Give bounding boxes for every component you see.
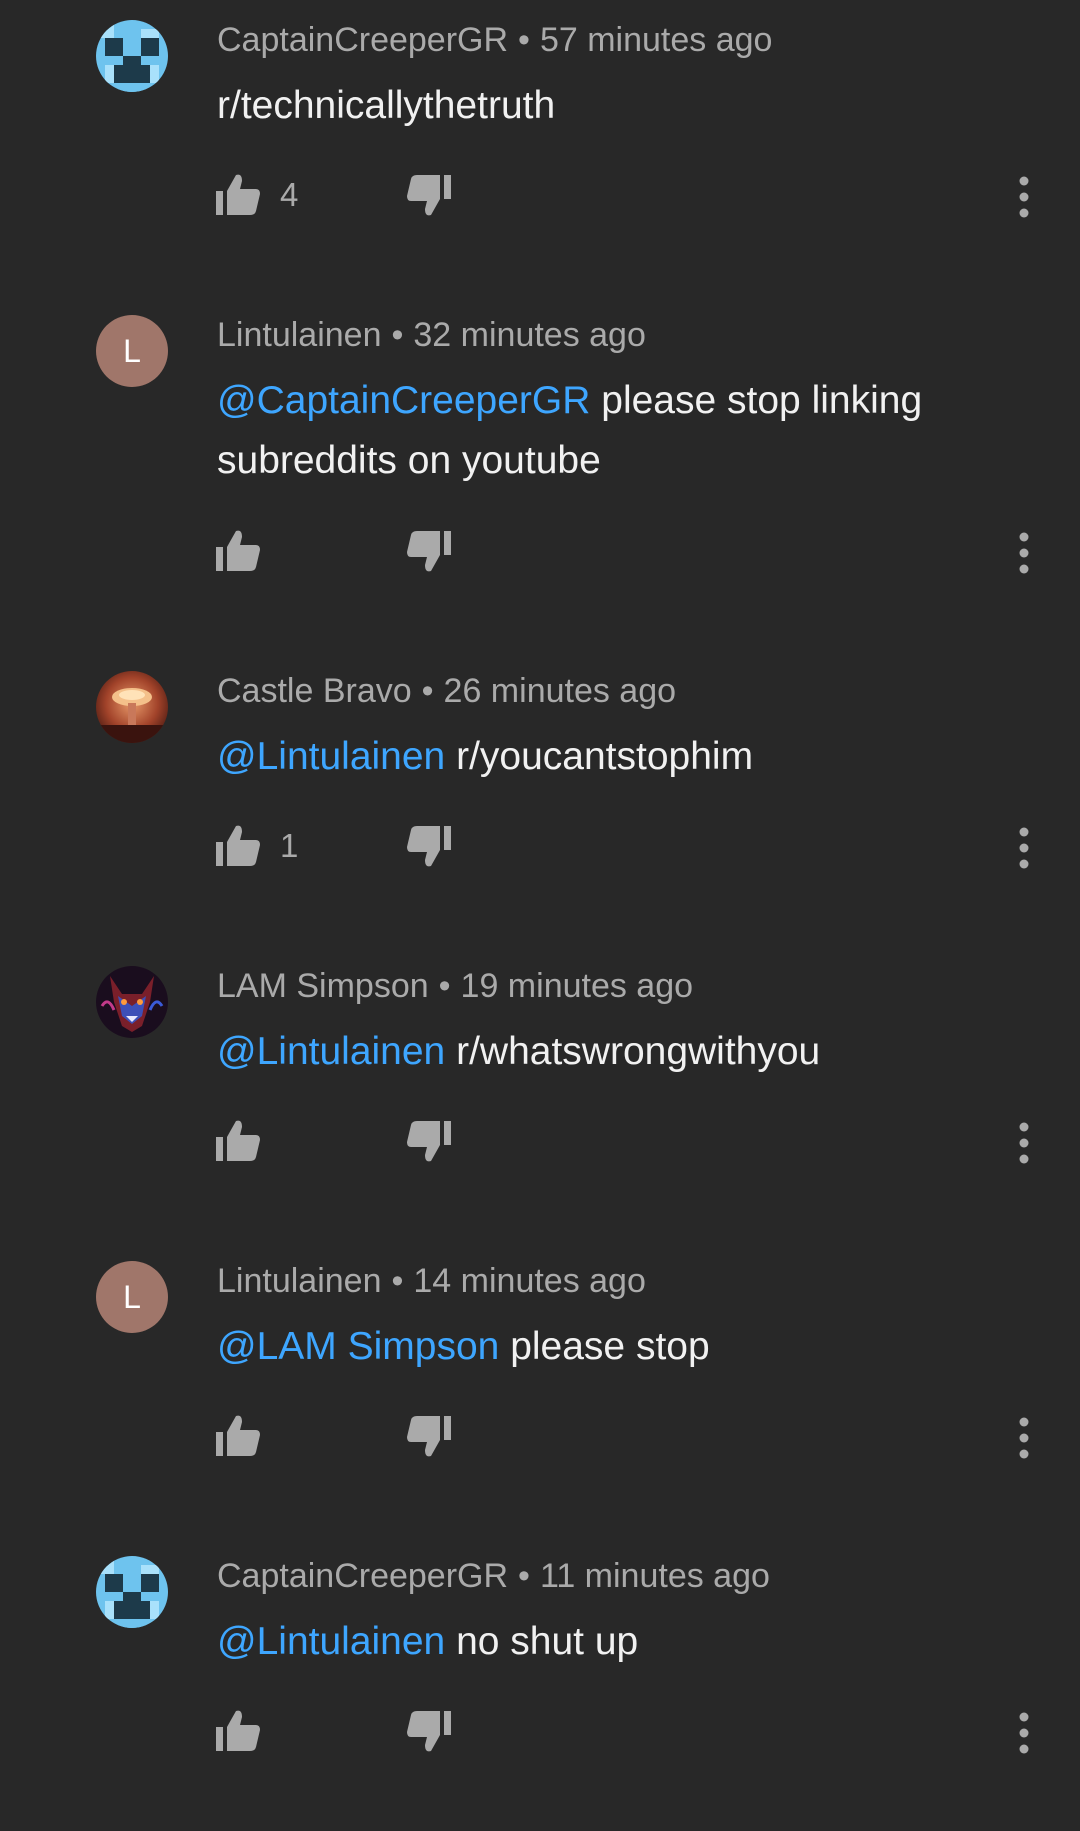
like-button[interactable]: 4 <box>214 165 298 225</box>
comment-text: @LAM Simpson please stop <box>217 1317 1017 1377</box>
comment-author[interactable]: Lintulainen <box>217 1262 381 1300</box>
comment-item: Castle Bravo • 26 minutes ago @Lintulainen… <box>0 651 1080 946</box>
comment-body: please stop <box>499 1325 710 1368</box>
meta-separator: • <box>421 672 434 710</box>
comment-body: r/whatswrongwithyou <box>445 1030 821 1073</box>
comment-time: 11 minutes ago <box>539 1557 770 1595</box>
comment-meta: CaptainCreeperGR • 57 minutes ago <box>217 20 772 60</box>
like-button[interactable] <box>214 1406 280 1466</box>
dislike-button[interactable] <box>405 171 453 224</box>
thumb-down-icon <box>405 1412 453 1460</box>
comment-time: 19 minutes ago <box>460 967 694 1005</box>
comment-body: r/youcantstophim <box>445 735 754 778</box>
meta-separator: • <box>438 967 451 1005</box>
comment-actions <box>0 521 1080 581</box>
comment-time: 57 minutes ago <box>539 21 773 59</box>
meta-separator: • <box>518 1557 530 1595</box>
thumb-down-icon <box>405 171 453 219</box>
thumb-down-icon <box>405 1117 453 1165</box>
comment-author[interactable]: LAM Simpson <box>217 967 429 1005</box>
like-button[interactable] <box>214 1701 280 1761</box>
comment-meta: Lintulainen • 32 minutes ago <box>217 315 646 355</box>
comment-actions: 4 <box>0 165 1080 225</box>
more-options-button[interactable] <box>1012 1119 1036 1172</box>
more-vert-icon <box>1012 1414 1036 1462</box>
comment-author[interactable]: Lintulainen <box>217 316 381 354</box>
comment-mention[interactable]: @Lintulainen <box>217 1030 445 1073</box>
comment-meta: Lintulainen • 14 minutes ago <box>217 1261 646 1301</box>
thumb-down-icon <box>405 1707 453 1755</box>
comment-item: L Lintulainen • 32 minutes ago @CaptainCre… <box>0 295 1080 590</box>
mushroom-cloud-avatar[interactable] <box>96 671 168 743</box>
comment-mention[interactable]: @LAM Simpson <box>217 1325 499 1368</box>
comment-text: @Lintulainen no shut up <box>217 1612 1017 1672</box>
more-vert-icon <box>1012 1119 1036 1167</box>
thumb-up-icon <box>214 527 262 575</box>
wolf-avatar[interactable] <box>96 966 168 1038</box>
thumb-up-icon <box>214 1412 262 1460</box>
thumb-up-icon <box>214 1707 262 1755</box>
more-options-button[interactable] <box>1012 529 1036 582</box>
comment-text: @CaptainCreeperGR please stop linking su… <box>217 371 1017 491</box>
dislike-button[interactable] <box>405 527 453 580</box>
comment-item: CaptainCreeperGR • 11 minutes ago @Lintula… <box>0 1536 1080 1831</box>
more-options-button[interactable] <box>1012 1709 1036 1762</box>
thumb-up-icon <box>214 1117 262 1165</box>
dislike-button[interactable] <box>405 1707 453 1760</box>
comment-time: 14 minutes ago <box>413 1262 646 1300</box>
letter-avatar[interactable]: L <box>96 1261 168 1333</box>
comment-meta: LAM Simpson • 19 minutes ago <box>217 966 693 1006</box>
comment-mention[interactable]: @Lintulainen <box>217 735 445 778</box>
comment-time: 32 minutes ago <box>413 316 646 354</box>
comment-actions <box>0 1701 1080 1761</box>
comment-text: @Lintulainen r/youcantstophim <box>217 727 1017 787</box>
comment-item: LAM Simpson • 19 minutes ago @Lintulainen … <box>0 946 1080 1241</box>
more-options-button[interactable] <box>1012 173 1036 226</box>
comment-actions <box>0 1406 1080 1466</box>
thumb-up-icon <box>214 822 262 870</box>
comment-author[interactable]: Castle Bravo <box>217 672 412 710</box>
comment-time: 26 minutes ago <box>443 672 677 710</box>
thumb-up-icon <box>214 171 262 219</box>
dislike-button[interactable] <box>405 1117 453 1170</box>
like-count: 1 <box>280 827 299 864</box>
meta-separator: • <box>391 1262 404 1300</box>
more-options-button[interactable] <box>1012 1414 1036 1467</box>
comment-author[interactable]: CaptainCreeperGR <box>217 21 508 59</box>
dislike-button[interactable] <box>405 822 453 875</box>
dislike-button[interactable] <box>405 1412 453 1465</box>
comment-text: @Lintulainen r/whatswrongwithyou <box>217 1022 1017 1082</box>
comment-author[interactable]: CaptainCreeperGR <box>217 1557 508 1595</box>
comment-actions <box>0 1111 1080 1171</box>
like-button[interactable] <box>214 1111 280 1171</box>
creeper-avatar[interactable] <box>96 1556 168 1628</box>
comment-body: r/technicallythetruth <box>217 84 556 127</box>
like-button[interactable] <box>214 521 280 581</box>
comment-meta: CaptainCreeperGR • 11 minutes ago <box>217 1556 770 1596</box>
comment-mention[interactable]: @Lintulainen <box>217 1620 445 1663</box>
comment-mention[interactable]: @CaptainCreeperGR <box>217 379 590 422</box>
like-button[interactable]: 1 <box>214 816 298 876</box>
more-vert-icon <box>1012 529 1036 577</box>
comment-item: L Lintulainen • 14 minutes ago @LAM Simpso… <box>0 1241 1080 1536</box>
more-vert-icon <box>1012 1709 1036 1757</box>
comment-text: r/technicallythetruth <box>217 76 1017 136</box>
comment-actions: 1 <box>0 816 1080 876</box>
thumb-down-icon <box>405 822 453 870</box>
comment-meta: Castle Bravo • 26 minutes ago <box>217 671 676 711</box>
like-count: 4 <box>280 176 299 213</box>
letter-avatar[interactable]: L <box>96 315 168 387</box>
comment-item: CaptainCreeperGR • 57 minutes ago r/techni… <box>0 0 1080 295</box>
more-vert-icon <box>1012 824 1036 872</box>
comment-body: no shut up <box>445 1620 639 1663</box>
more-options-button[interactable] <box>1012 824 1036 877</box>
more-vert-icon <box>1012 173 1036 221</box>
meta-separator: • <box>391 316 404 354</box>
creeper-avatar[interactable] <box>96 20 168 92</box>
thumb-down-icon <box>405 527 453 575</box>
meta-separator: • <box>518 21 530 59</box>
